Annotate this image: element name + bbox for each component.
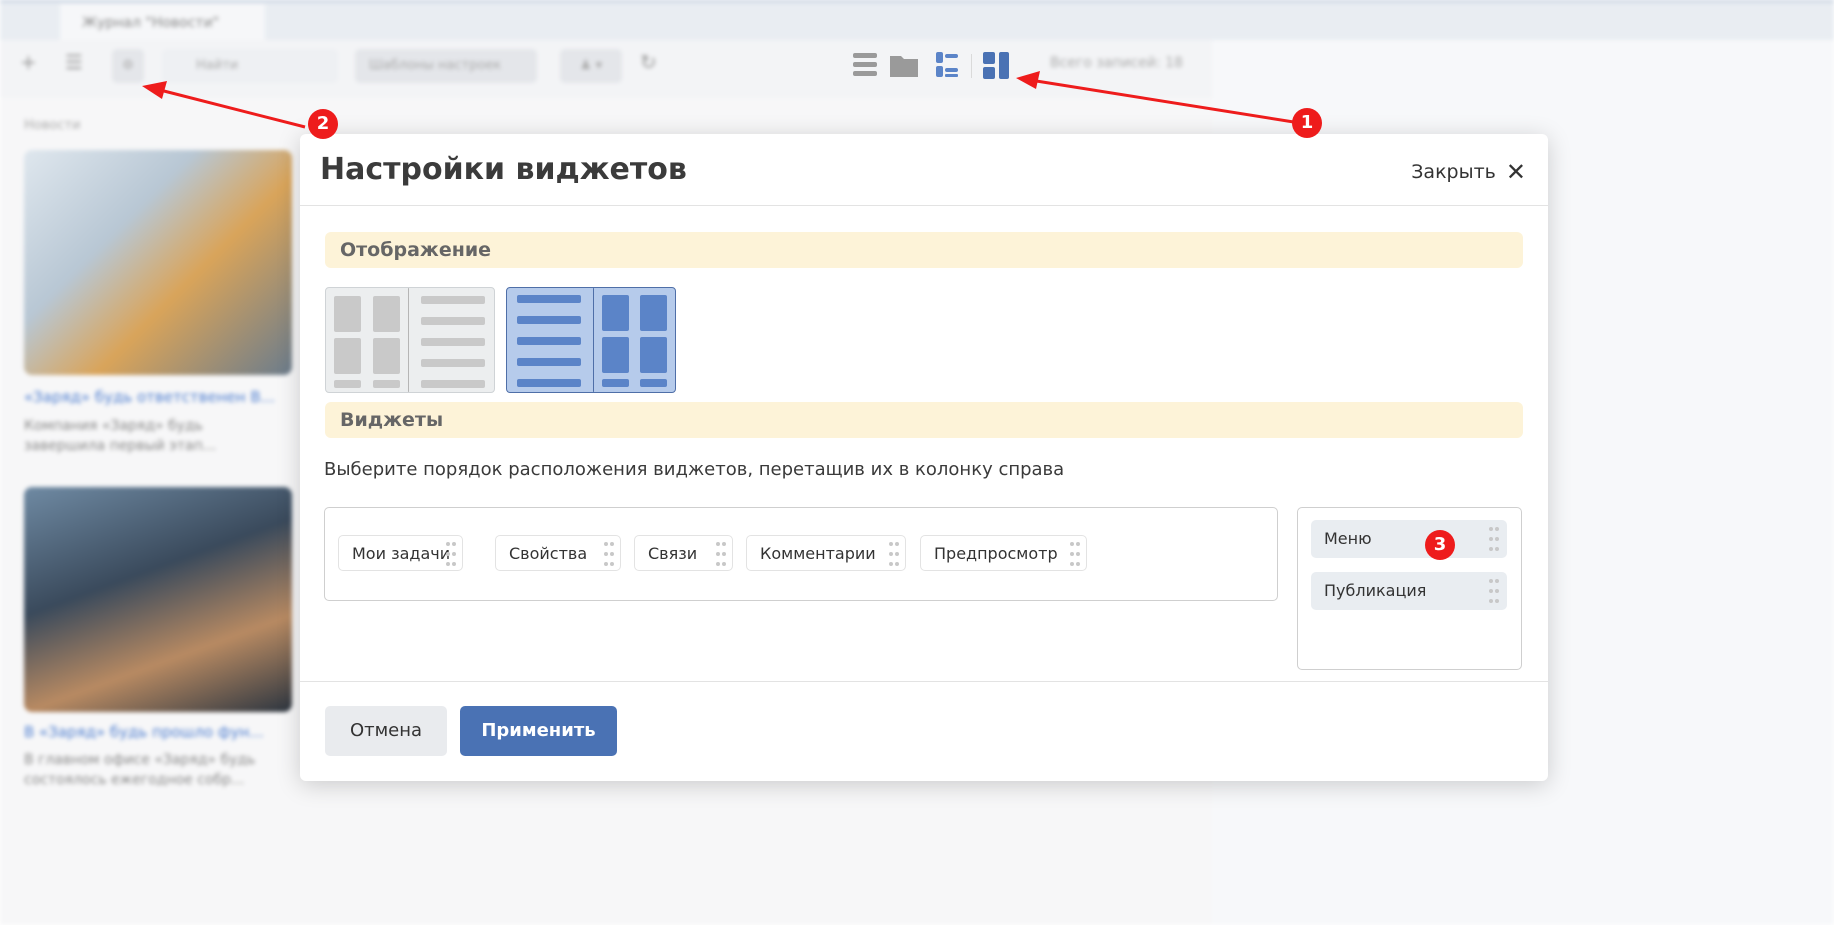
annotation-marker: 3 xyxy=(1425,530,1455,560)
annotation-arrow xyxy=(159,88,306,129)
annotation-marker: 2 xyxy=(308,109,338,139)
annotation-arrow xyxy=(1029,78,1301,125)
annotation-arrows xyxy=(142,71,1301,129)
arrowhead-icon xyxy=(142,81,167,99)
annotation-marker: 1 xyxy=(1292,108,1322,138)
arrowhead-icon xyxy=(1016,71,1040,89)
